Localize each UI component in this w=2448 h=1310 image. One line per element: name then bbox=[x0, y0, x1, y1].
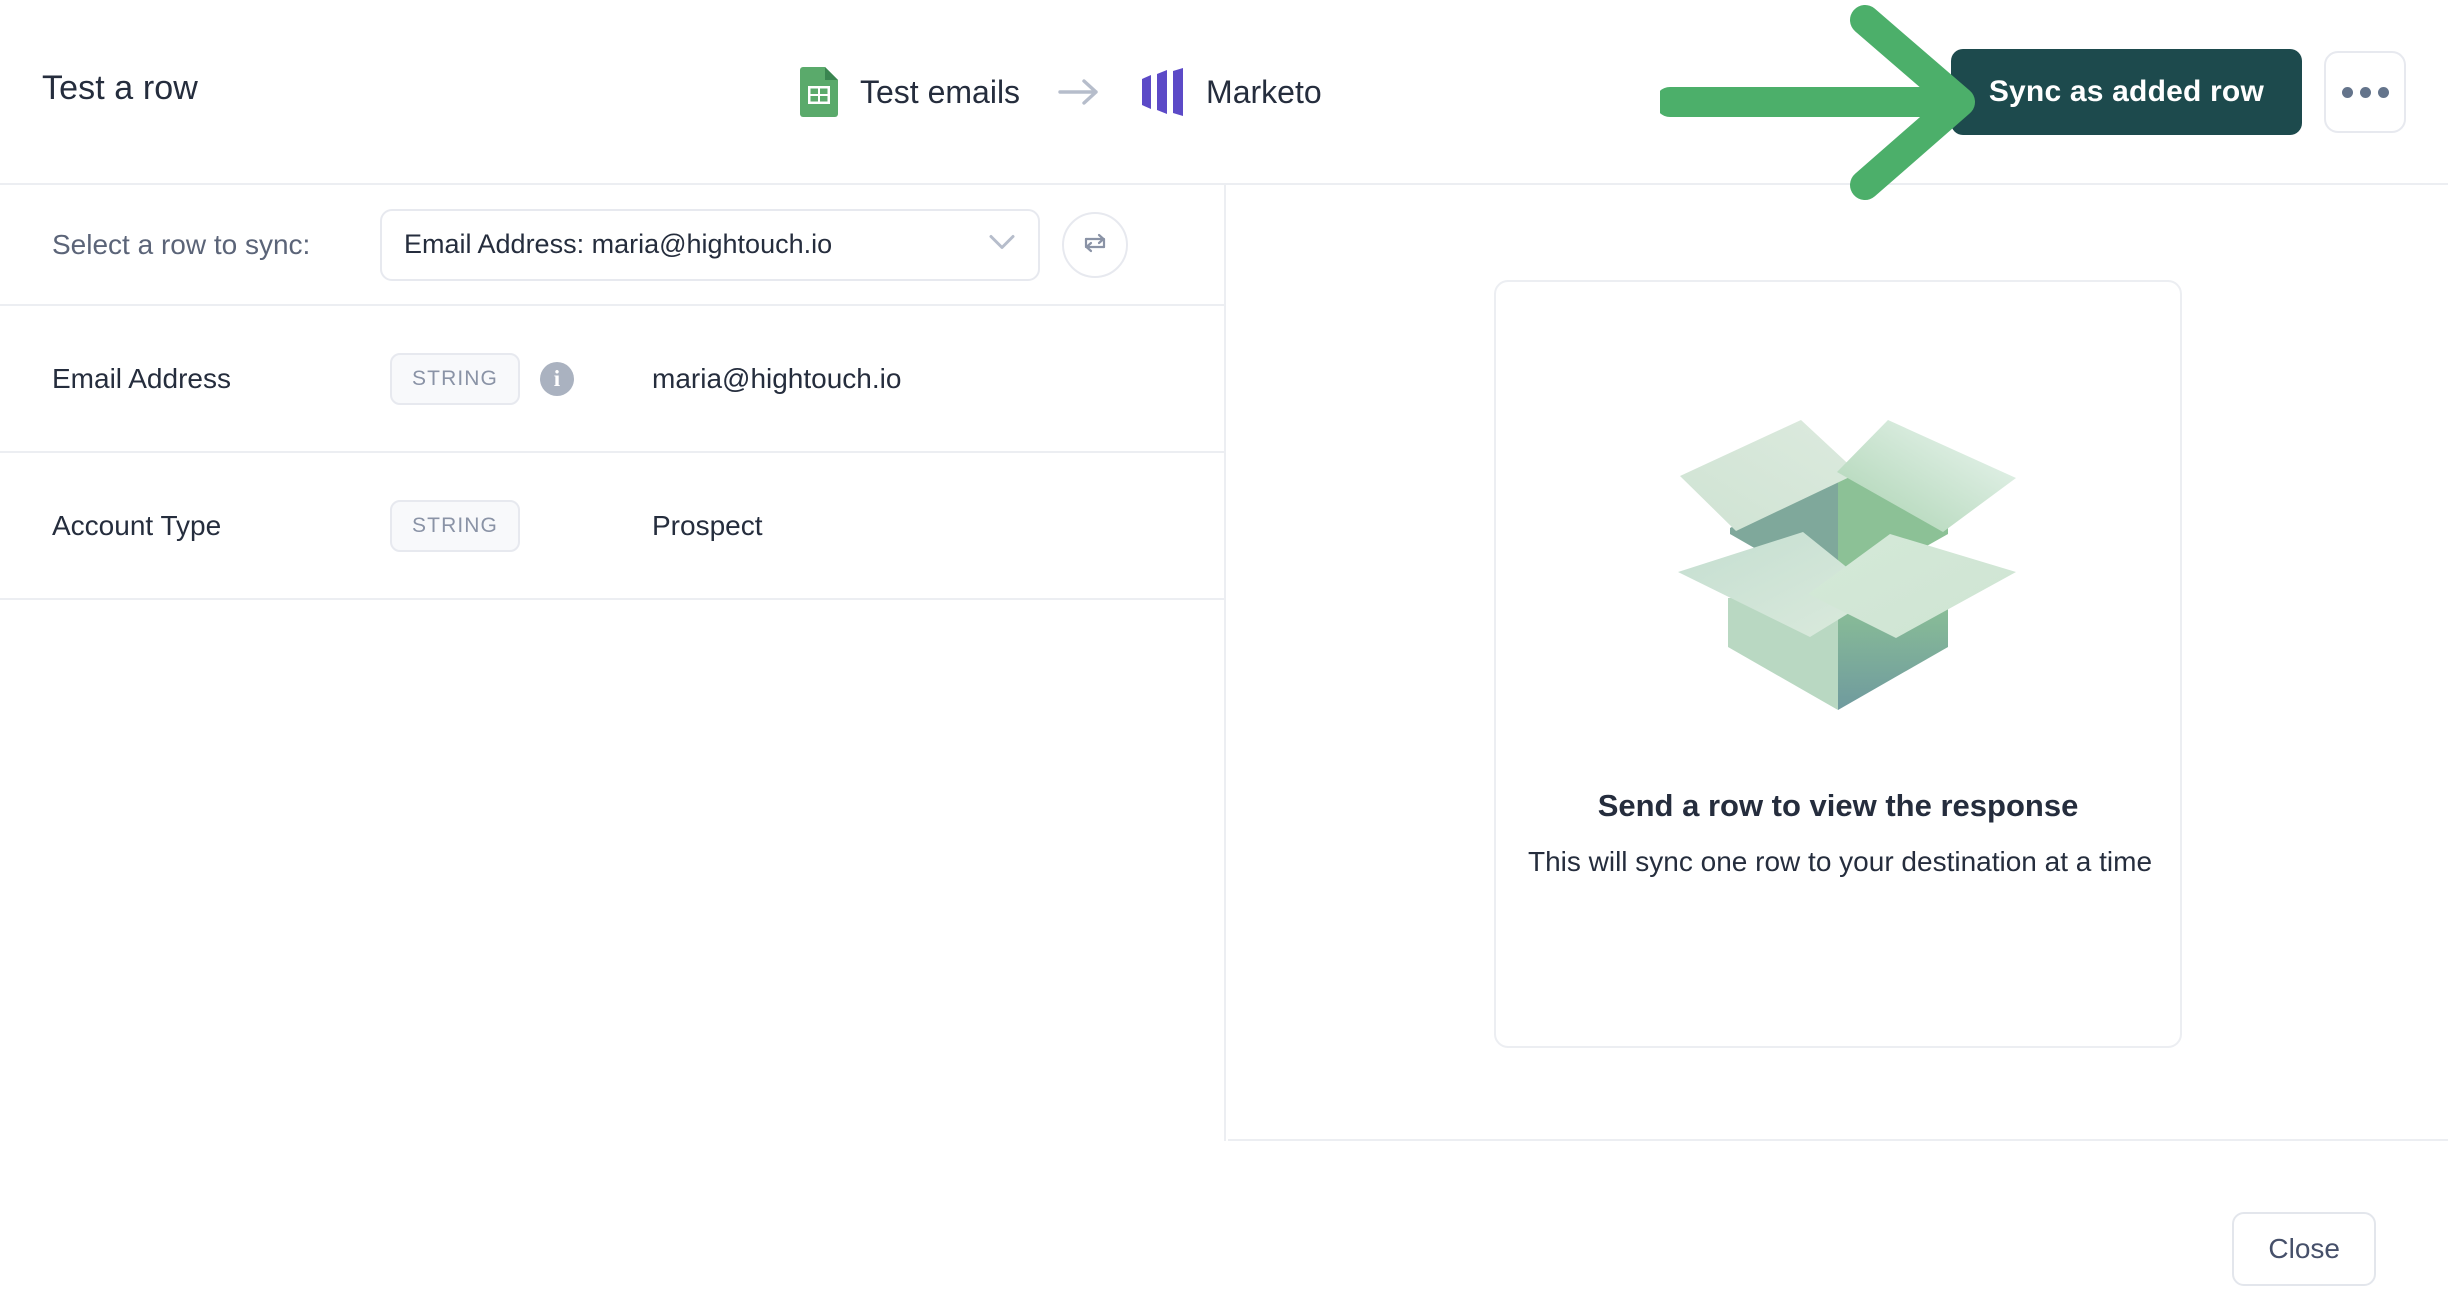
chevron-down-icon bbox=[988, 233, 1016, 256]
select-row-controls: Email Address: maria@hightouch.io bbox=[380, 208, 1128, 281]
empty-state-subtitle: This will sync one row to your destinati… bbox=[1527, 846, 2153, 877]
page-title: Test a row bbox=[42, 69, 198, 107]
field-row: Account Type STRING Prospect bbox=[0, 453, 1226, 600]
field-name: Email Address bbox=[52, 362, 231, 394]
field-type-badge: STRING bbox=[390, 499, 520, 552]
flow-destination: Marketo bbox=[1140, 68, 1322, 116]
sync-as-added-row-button[interactable]: Sync as added row bbox=[1950, 49, 2302, 135]
field-value: Prospect bbox=[652, 509, 763, 541]
google-sheets-icon bbox=[800, 67, 838, 117]
marketo-icon bbox=[1140, 68, 1184, 116]
ellipsis-icon bbox=[2341, 86, 2353, 98]
header-actions: Sync as added row bbox=[1950, 49, 2406, 135]
modal-footer: Close bbox=[0, 1141, 2448, 1310]
field-type-badge: STRING bbox=[390, 352, 520, 405]
ellipsis-icon bbox=[2359, 86, 2371, 98]
select-row-section: Select a row to sync: Email Address: mar… bbox=[0, 185, 1226, 306]
test-a-row-modal: Test a row Test emails Marketo Sync as a… bbox=[0, 0, 2448, 1310]
ellipsis-icon bbox=[2377, 86, 2389, 98]
modal-header: Test a row Test emails Marketo Sync as a… bbox=[0, 0, 2448, 185]
flow-source: Test emails bbox=[800, 67, 1020, 117]
open-box-icon bbox=[1618, 398, 2058, 754]
close-button[interactable]: Close bbox=[2232, 1212, 2376, 1286]
empty-state-title: Send a row to view the response bbox=[1597, 788, 2079, 823]
right-panel: Send a row to view the response This wil… bbox=[1228, 185, 2448, 1141]
response-empty-state-card: Send a row to view the response This wil… bbox=[1494, 280, 2182, 1048]
field-value: maria@hightouch.io bbox=[652, 362, 902, 394]
flow-source-label: Test emails bbox=[860, 73, 1021, 110]
arrow-right-icon bbox=[1056, 76, 1104, 108]
swap-rows-icon bbox=[1080, 228, 1110, 261]
refresh-row-button[interactable] bbox=[1062, 211, 1128, 278]
sync-flow: Test emails Marketo bbox=[800, 58, 1322, 126]
overflow-menu-button[interactable] bbox=[2324, 51, 2406, 133]
row-select-dropdown[interactable]: Email Address: maria@hightouch.io bbox=[380, 208, 1040, 281]
field-name: Account Type bbox=[52, 509, 222, 541]
field-row: Email Address STRING i maria@hightouch.i… bbox=[0, 306, 1226, 453]
info-icon[interactable]: i bbox=[540, 361, 574, 396]
row-select-value: Email Address: maria@hightouch.io bbox=[404, 229, 833, 259]
left-panel: Select a row to sync: Email Address: mar… bbox=[0, 185, 1226, 1141]
select-row-label: Select a row to sync: bbox=[52, 228, 311, 260]
flow-destination-label: Marketo bbox=[1206, 73, 1322, 110]
